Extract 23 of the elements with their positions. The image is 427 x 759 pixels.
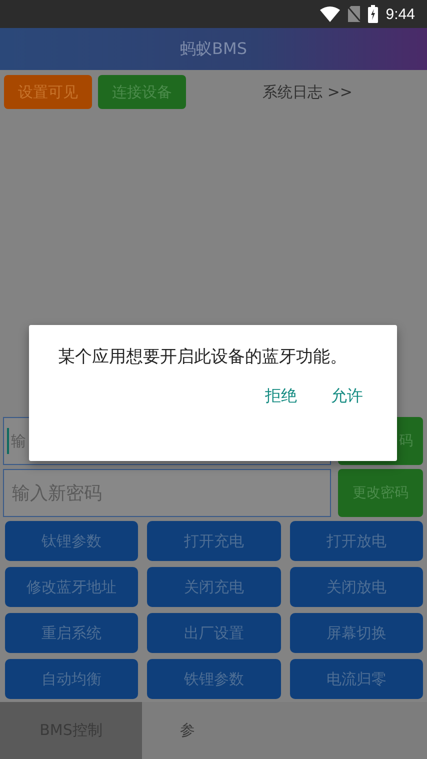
- function-button[interactable]: 铁锂参数: [147, 659, 281, 699]
- function-button[interactable]: 屏幕切换: [290, 613, 423, 653]
- text-cursor-icon: [7, 428, 9, 454]
- function-button[interactable]: 钛锂参数: [5, 521, 138, 561]
- battery-charging-icon: [368, 5, 378, 23]
- function-button[interactable]: 重启系统: [5, 613, 138, 653]
- function-button[interactable]: 修改蓝牙地址: [5, 567, 138, 607]
- deny-button[interactable]: 拒绝: [259, 382, 303, 411]
- clock-time: 9:44: [386, 6, 415, 22]
- function-button[interactable]: 打开放电: [290, 521, 423, 561]
- log-link[interactable]: 系统日志 >>: [192, 82, 423, 102]
- dialog-message: 某个应用想要开启此设备的蓝牙功能。: [58, 347, 348, 368]
- app-title: 蚂蚁BMS: [180, 38, 247, 60]
- function-button[interactable]: 电流归零: [290, 659, 423, 699]
- function-button[interactable]: 自动均衡: [5, 659, 138, 699]
- function-button[interactable]: 打开充电: [147, 521, 281, 561]
- function-button[interactable]: 关闭放电: [290, 567, 423, 607]
- allow-button[interactable]: 允许: [325, 382, 369, 411]
- function-button[interactable]: 出厂设置: [147, 613, 281, 653]
- wifi-icon: [320, 6, 340, 22]
- bottom-tab[interactable]: 参: [142, 702, 427, 759]
- no-sim-icon: [348, 6, 360, 22]
- function-button[interactable]: 关闭充电: [147, 567, 281, 607]
